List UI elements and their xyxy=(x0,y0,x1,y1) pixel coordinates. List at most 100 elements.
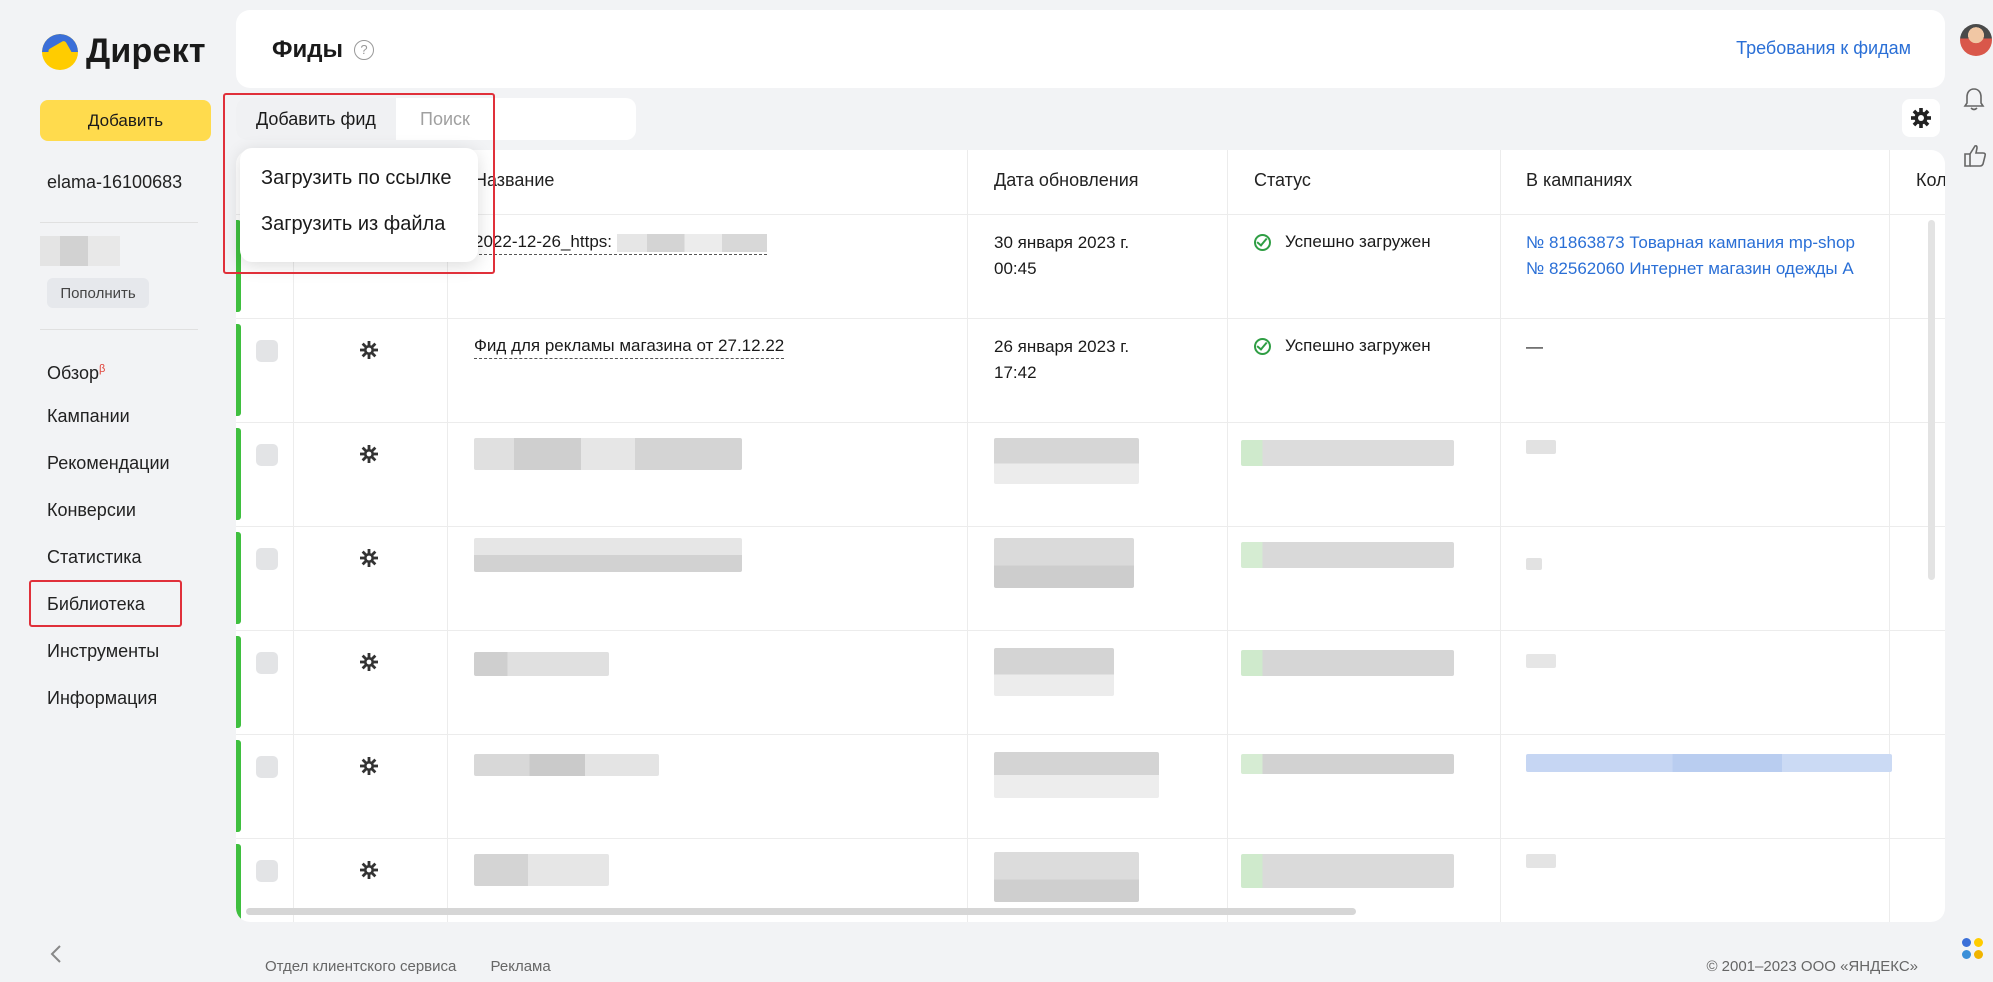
check-circle-icon xyxy=(1254,337,1271,355)
blurred-name xyxy=(474,754,659,776)
feed-campaigns-empty: — xyxy=(1526,337,1543,356)
row-status-accent xyxy=(236,636,241,728)
row-checkbox[interactable] xyxy=(256,444,278,466)
feeds-table: Название Дата обновления Статус В кампан… xyxy=(236,150,1945,922)
sidebar-item-label: Статистика xyxy=(47,547,142,567)
page-header: Фиды ? Требования к фидам xyxy=(236,10,1945,88)
column-divider xyxy=(1889,150,1890,922)
gear-icon[interactable] xyxy=(358,443,380,465)
gear-icon[interactable] xyxy=(358,651,380,673)
row-checkbox[interactable] xyxy=(256,756,278,778)
blurred-status xyxy=(1241,854,1454,888)
row-checkbox[interactable] xyxy=(256,652,278,674)
column-header-status[interactable]: Статус xyxy=(1254,170,1311,191)
check-circle-icon xyxy=(1254,233,1271,251)
menu-item-upload-by-link[interactable]: Загрузить по ссылке xyxy=(240,162,478,208)
campaign-link[interactable]: № 81863873 Товарная кампания mp-shop xyxy=(1526,230,1886,256)
feed-name-link[interactable]: 2022-12-26_https: xyxy=(474,232,767,255)
row-divider xyxy=(236,838,1945,839)
blurred-campaigns xyxy=(1526,854,1556,868)
blurred-status xyxy=(1241,440,1454,466)
blurred-campaigns xyxy=(1526,558,1542,570)
topup-button[interactable]: Пополнить xyxy=(47,278,149,308)
blurred-status xyxy=(1241,542,1454,568)
row-divider xyxy=(236,526,1945,527)
column-divider xyxy=(967,150,968,922)
sidebar-item-label: Обзор xyxy=(47,363,99,383)
column-divider xyxy=(1500,150,1501,922)
row-status-accent xyxy=(236,428,241,520)
sidebar-item-statistics[interactable]: Статистика xyxy=(47,545,170,592)
sidebar-item-overview[interactable]: Обзорβ xyxy=(47,357,170,404)
feed-name-link[interactable]: Фид для рекламы магазина от 27.12.22 xyxy=(474,336,785,359)
row-checkbox[interactable] xyxy=(256,860,278,882)
gear-icon[interactable] xyxy=(358,755,380,777)
add-button[interactable]: Добавить xyxy=(40,100,211,141)
gear-icon[interactable] xyxy=(358,547,380,569)
blurred-date xyxy=(994,648,1114,696)
feed-name-text: 2022-12-26_https: xyxy=(474,232,612,251)
time-value: 17:42 xyxy=(994,363,1037,382)
footer-link-advertising[interactable]: Реклама xyxy=(491,958,551,975)
logo-text: Директ xyxy=(86,32,206,70)
feed-requirements-link[interactable]: Требования к фидам xyxy=(1736,38,1911,59)
column-divider xyxy=(1227,150,1228,922)
row-status-accent xyxy=(236,532,241,624)
sidebar-item-conversions[interactable]: Конверсии xyxy=(47,498,170,545)
blurred-name xyxy=(474,538,742,572)
blurred-date xyxy=(994,538,1134,588)
row-checkbox[interactable] xyxy=(256,340,278,362)
gear-icon[interactable] xyxy=(358,859,380,881)
campaign-link[interactable]: № 82562060 Интернет магазин одежды А xyxy=(1526,256,1886,282)
column-header-name[interactable]: Название xyxy=(474,170,554,191)
column-header-campaigns[interactable]: В кампаниях xyxy=(1526,170,1632,191)
bell-icon[interactable] xyxy=(1962,86,1986,112)
vertical-scrollbar[interactable] xyxy=(1928,220,1935,580)
row-divider xyxy=(236,422,1945,423)
thumbs-up-icon[interactable] xyxy=(1962,143,1988,169)
chevron-left-icon[interactable] xyxy=(49,944,63,970)
blurred-date xyxy=(994,438,1139,484)
avatar[interactable] xyxy=(1960,24,1992,56)
logo[interactable]: Директ xyxy=(42,32,206,71)
time-value: 00:45 xyxy=(994,259,1037,278)
column-header-updated[interactable]: Дата обновления xyxy=(994,170,1139,191)
footer-link-client-service[interactable]: Отдел клиентского сервиса xyxy=(265,958,456,975)
sidebar-item-info[interactable]: Информация xyxy=(47,686,170,733)
column-divider xyxy=(293,150,294,922)
sidebar-item-library[interactable]: Библиотека xyxy=(47,592,170,639)
gear-icon[interactable] xyxy=(358,339,380,361)
balance-value-blurred xyxy=(40,236,120,266)
row-divider xyxy=(236,734,1945,735)
row-status-accent xyxy=(236,844,241,922)
feed-status: Успешно загружен xyxy=(1254,232,1431,252)
menu-item-upload-from-file[interactable]: Загрузить из файла xyxy=(240,208,478,254)
table-settings-button[interactable] xyxy=(1902,99,1940,137)
row-checkbox[interactable] xyxy=(256,548,278,570)
blurred-campaigns xyxy=(1526,440,1556,454)
blurred-date xyxy=(994,752,1159,798)
search-input[interactable] xyxy=(406,102,626,136)
account-login[interactable]: elama-16100683 xyxy=(47,172,182,193)
sidebar-item-label: Библиотека xyxy=(47,594,145,614)
blurred-url xyxy=(616,233,767,252)
add-feed-button[interactable]: Добавить фид xyxy=(236,98,396,140)
row-divider xyxy=(236,214,1945,215)
sidebar-item-tools[interactable]: Инструменты xyxy=(47,639,170,686)
row-status-accent xyxy=(236,324,241,416)
sidebar-item-campaigns[interactable]: Кампании xyxy=(47,404,170,451)
date-value: 26 января 2023 г. xyxy=(994,337,1130,356)
yandex-apps-icon[interactable] xyxy=(1962,938,1986,962)
feed-updated-date: 26 января 2023 г. 17:42 xyxy=(994,334,1129,386)
beta-badge: β xyxy=(99,363,106,375)
date-value: 30 января 2023 г. xyxy=(994,233,1130,252)
sidebar-item-recommendations[interactable]: Рекомендации xyxy=(47,451,170,498)
sidebar: Директ Добавить elama-16100683 Пополнить… xyxy=(0,0,236,982)
horizontal-scrollbar[interactable] xyxy=(246,908,1356,915)
help-icon[interactable]: ? xyxy=(354,40,374,60)
status-text: Успешно загружен xyxy=(1285,232,1431,251)
blurred-name xyxy=(474,854,609,886)
sidebar-item-label: Конверсии xyxy=(47,500,136,520)
column-header-count[interactable]: Кол xyxy=(1916,170,1945,191)
add-feed-menu: Загрузить по ссылке Загрузить из файла xyxy=(240,148,478,262)
